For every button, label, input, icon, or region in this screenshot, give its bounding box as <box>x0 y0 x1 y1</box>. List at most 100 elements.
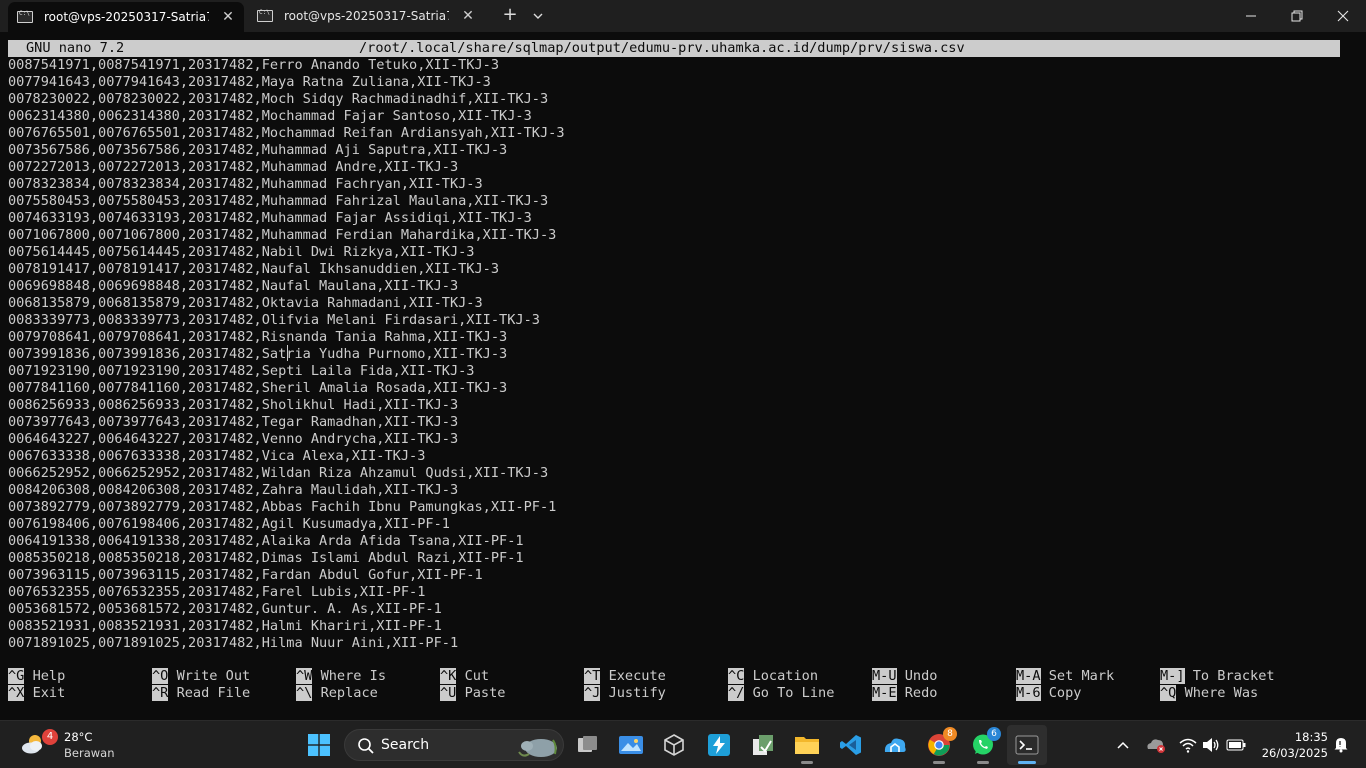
csv-line[interactable]: 0076765501,0076765501,20317482,Mochammad… <box>8 125 1348 142</box>
csv-line[interactable]: 0069698848,0069698848,20317482,Naufal Ma… <box>8 278 1348 295</box>
close-tab-icon[interactable]: ✕ <box>459 8 477 24</box>
onedrive-status[interactable] <box>1144 735 1168 755</box>
csv-line[interactable]: 0071067800,0071067800,20317482,Muhammad … <box>8 227 1348 244</box>
notification-bell-icon <box>1334 738 1348 753</box>
shortcut-label: Paste <box>464 685 506 701</box>
clipboard-app-icon <box>753 735 773 755</box>
taskbar-app-vscode[interactable] <box>831 725 871 765</box>
shortcut-label: To Bracket <box>1192 668 1275 684</box>
csv-line[interactable]: 0073977643,0073977643,20317482,Tegar Ram… <box>8 414 1348 431</box>
csv-line[interactable]: 0078230022,0078230022,20317482,Moch Sidq… <box>8 91 1348 108</box>
csv-line[interactable]: 0078323834,0078323834,20317482,Muhammad … <box>8 176 1348 193</box>
restore-icon <box>1291 10 1303 22</box>
csv-line[interactable]: 0071891025,0071891025,20317482,Hilma Nuu… <box>8 635 1348 652</box>
start-button[interactable] <box>299 725 339 765</box>
taskbar-app-terminal[interactable] <box>1007 725 1047 765</box>
lightning-app-icon <box>708 734 730 756</box>
folder-icon <box>795 737 819 754</box>
shortcut-key: ^Q <box>1160 685 1177 701</box>
taskbar-app-file-explorer[interactable] <box>787 725 827 765</box>
csv-line[interactable]: 0062314380,0062314380,20317482,Mochammad… <box>8 108 1348 125</box>
csv-line[interactable]: 0073991836,0073991836,20317482,Satria Yu… <box>8 346 1348 363</box>
wifi-status[interactable] <box>1178 735 1198 755</box>
speaker-icon <box>1203 738 1219 752</box>
csv-line[interactable]: 0067633338,0067633338,20317482,Vica Alex… <box>8 448 1348 465</box>
shortcut-key: ^W <box>296 668 313 684</box>
csv-line[interactable]: 0084206308,0084206308,20317482,Zahra Mau… <box>8 482 1348 499</box>
taskbar-app-whatsapp[interactable]: 6 <box>963 725 1003 765</box>
shortcut-item: M-6 Copy <box>1016 685 1082 702</box>
shortcut-label: Copy <box>1048 685 1082 701</box>
photos-app-icon <box>619 736 643 754</box>
csv-line[interactable]: 0078191417,0078191417,20317482,Naufal Ik… <box>8 261 1348 278</box>
csv-line[interactable]: 0075580453,0075580453,20317482,Muhammad … <box>8 193 1348 210</box>
csv-line[interactable]: 0085350218,0085350218,20317482,Dimas Isl… <box>8 550 1348 567</box>
battery-status[interactable] <box>1225 735 1247 755</box>
taskbar: 4 28°C Berawan Search 8 6 18:35 26/03/20… <box>0 720 1366 768</box>
shortcut-item: ^Q Where Was <box>1160 685 1258 702</box>
csv-line[interactable]: 0076198406,0076198406,20317482,Agil Kusu… <box>8 516 1348 533</box>
shortcut-label: Location <box>752 668 819 684</box>
shortcut-label: Replace <box>320 685 378 701</box>
weather-temperature: 28°C <box>64 730 93 744</box>
csv-line[interactable]: 0083521931,0083521931,20317482,Halmi Kha… <box>8 618 1348 635</box>
csv-line[interactable]: 0071923190,0071923190,20317482,Septi Lai… <box>8 363 1348 380</box>
taskbar-app-chrome[interactable]: 8 <box>919 725 959 765</box>
csv-line[interactable]: 0086256933,0086256933,20317482,Sholikhul… <box>8 397 1348 414</box>
csv-line[interactable]: 0072272013,0072272013,20317482,Muhammad … <box>8 159 1348 176</box>
csv-line[interactable]: 0073963115,0073963115,20317482,Fardan Ab… <box>8 567 1348 584</box>
task-view-button[interactable] <box>568 725 608 765</box>
csv-line[interactable]: 0066252952,0066252952,20317482,Wildan Ri… <box>8 465 1348 482</box>
csv-line[interactable]: 0064191338,0064191338,20317482,Alaika Ar… <box>8 533 1348 550</box>
shortcut-item: ^T Execute <box>584 668 666 685</box>
csv-line[interactable]: 0064643227,0064643227,20317482,Venno And… <box>8 431 1348 448</box>
manatee-illustration-icon <box>518 739 557 757</box>
tab-terminal-2[interactable]: root@vps-20250317-Satria782 ✕ <box>248 0 484 32</box>
taskbar-search-box[interactable]: Search <box>344 729 564 761</box>
taskbar-app-virtualbox[interactable] <box>654 725 694 765</box>
shortcut-label: Justify <box>608 685 666 701</box>
csv-line[interactable]: 0077941643,0077941643,20317482,Maya Ratn… <box>8 74 1348 91</box>
restore-button[interactable] <box>1274 0 1320 32</box>
taskbar-app-gallery[interactable] <box>611 725 651 765</box>
weather-widget[interactable]: 4 28°C Berawan <box>14 727 134 763</box>
csv-line[interactable]: 0053681572,0053681572,20317482,Guntur. A… <box>8 601 1348 618</box>
csv-line[interactable]: 0073892779,0073892779,20317482,Abbas Fac… <box>8 499 1348 516</box>
terminal-tab-icon <box>257 9 273 22</box>
csv-line[interactable]: 0087541971,0087541971,20317482,Ferro Ana… <box>8 57 1348 74</box>
csv-line[interactable]: 0079708641,0079708641,20317482,Risnanda … <box>8 329 1348 346</box>
system-clock[interactable]: 18:35 26/03/2025 <box>1256 729 1328 761</box>
show-hidden-icons-button[interactable] <box>1112 735 1134 755</box>
shortcut-key: ^J <box>584 685 601 701</box>
tab-dropdown-button[interactable] <box>528 6 548 26</box>
editor-content[interactable]: 0087541971,0087541971,20317482,Ferro Ana… <box>8 57 1348 652</box>
close-window-button[interactable] <box>1320 0 1366 32</box>
close-tab-icon[interactable]: ✕ <box>219 9 237 25</box>
tab-terminal-1[interactable]: root@vps-20250317-Satria782 ✕ <box>8 2 244 32</box>
csv-line[interactable]: 0075614445,0075614445,20317482,Nabil Dwi… <box>8 244 1348 261</box>
battery-charging-icon <box>1226 739 1246 751</box>
csv-line[interactable]: 0073567586,0073567586,20317482,Muhammad … <box>8 142 1348 159</box>
wifi-icon <box>1179 738 1197 753</box>
new-tab-button[interactable]: + <box>498 4 522 26</box>
chevron-down-icon <box>533 13 543 19</box>
csv-line[interactable]: 0076532355,0076532355,20317482,Farel Lub… <box>8 584 1348 601</box>
shortcut-label: Where Was <box>1184 685 1259 701</box>
shortcut-key: ^C <box>728 668 745 684</box>
csv-line[interactable]: 0068135879,0068135879,20317482,Oktavia R… <box>8 295 1348 312</box>
shortcut-item: ^K Cut <box>440 668 489 685</box>
taskbar-app-snipping[interactable] <box>743 725 783 765</box>
tab-label: root@vps-20250317-Satria782 <box>284 9 449 23</box>
shortcut-label: Set Mark <box>1048 668 1115 684</box>
volume-status[interactable] <box>1201 735 1221 755</box>
csv-line[interactable]: 0074633193,0074633193,20317482,Muhammad … <box>8 210 1348 227</box>
taskbar-app-cloud[interactable] <box>875 725 915 765</box>
nano-version: GNU nano 7.2 <box>26 40 125 56</box>
taskbar-app-power-automate[interactable] <box>699 725 739 765</box>
minimize-button[interactable] <box>1228 0 1274 32</box>
notification-center-button[interactable] <box>1332 735 1350 757</box>
csv-line[interactable]: 0077841160,0077841160,20317482,Sheril Am… <box>8 380 1348 397</box>
terminal-pane[interactable]: GNU nano 7.2 /root/.local/share/sqlmap/o… <box>0 32 1366 720</box>
text-cursor <box>287 345 288 361</box>
csv-line[interactable]: 0083339773,0083339773,20317482,Olifvia M… <box>8 312 1348 329</box>
